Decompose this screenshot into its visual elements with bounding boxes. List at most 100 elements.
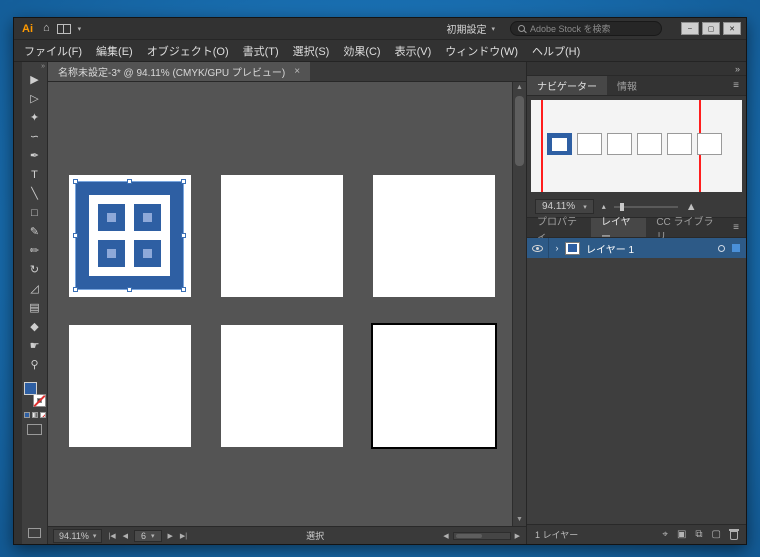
gradient-button[interactable] xyxy=(32,412,38,418)
toolbar-collapse-icon[interactable]: » xyxy=(41,63,45,70)
panel-menu-icon[interactable]: ≡ xyxy=(726,222,746,233)
selection-handle[interactable] xyxy=(181,287,186,292)
expand-layer-icon[interactable]: › xyxy=(549,243,565,253)
artboard-2[interactable] xyxy=(221,175,343,297)
artboard-number-dropdown[interactable]: 6 ▾ xyxy=(134,530,162,542)
horizontal-scroll-track[interactable] xyxy=(453,532,511,540)
artboard-4[interactable] xyxy=(69,325,191,447)
tab-info[interactable]: 情報 xyxy=(607,76,647,95)
navigator-tab-row: ナビゲーター 情報 ≡ xyxy=(527,76,746,96)
layer-name[interactable]: レイヤー 1 xyxy=(586,241,718,256)
navigator-preview[interactable] xyxy=(531,100,742,192)
selection-handle[interactable] xyxy=(181,233,186,238)
tab-close-icon[interactable]: × xyxy=(294,66,300,77)
scroll-up-icon[interactable]: ▲ xyxy=(513,82,526,94)
none-button[interactable] xyxy=(40,412,46,418)
new-layer-icon[interactable]: ▢ xyxy=(712,529,721,540)
tab-cc-libraries[interactable]: CC ライブラリ xyxy=(646,218,726,237)
stroke-swatch[interactable] xyxy=(33,394,46,407)
menu-view[interactable]: 表示(V) xyxy=(395,43,432,59)
menu-object[interactable]: オブジェクト(O) xyxy=(147,43,229,59)
make-clip-mask-icon[interactable]: ▣ xyxy=(677,529,686,540)
arrange-documents-icon[interactable] xyxy=(57,24,71,34)
collapse-panels-icon[interactable]: » xyxy=(735,64,740,74)
artboard-6-active[interactable] xyxy=(373,325,495,447)
document-tab[interactable]: 名称未設定-3* @ 94.11% (CMYK/GPU プレビュー) × xyxy=(48,62,310,81)
zoom-dropdown[interactable]: 94.11% ▾ xyxy=(53,529,102,543)
zoom-in-icon[interactable]: ▲ xyxy=(686,201,697,213)
type-tool[interactable]: T xyxy=(24,165,46,184)
selection-handle[interactable] xyxy=(73,233,78,238)
zoom-out-icon[interactable]: ▴ xyxy=(602,202,606,211)
locate-object-icon[interactable]: ⌖ xyxy=(662,529,668,540)
menu-type[interactable]: 書式(T) xyxy=(243,43,279,59)
arrange-caret-icon[interactable]: ▾ xyxy=(78,25,82,33)
tab-properties[interactable]: プロパティ xyxy=(527,218,591,237)
visibility-toggle[interactable] xyxy=(527,238,549,258)
artboard-3[interactable] xyxy=(373,175,495,297)
pencil-tool[interactable]: ✏ xyxy=(24,241,46,260)
selection-handle[interactable] xyxy=(181,179,186,184)
scroll-down-icon[interactable]: ▼ xyxy=(513,514,526,526)
tab-layers[interactable]: レイヤー xyxy=(591,218,646,237)
new-sublayer-icon[interactable]: ⧉ xyxy=(695,529,702,540)
rectangle-tool[interactable]: □ xyxy=(24,203,46,222)
selection-tool[interactable]: ▶ xyxy=(24,70,46,89)
fill-swatch[interactable] xyxy=(24,382,37,395)
layer-row-selected[interactable]: › レイヤー 1 xyxy=(527,238,746,258)
stock-search-input[interactable]: Adobe Stock を検索 xyxy=(510,21,662,36)
selection-handle[interactable] xyxy=(127,179,132,184)
prev-artboard-button[interactable]: ◀ xyxy=(122,532,129,540)
line-segment-tool[interactable]: ╲ xyxy=(24,184,46,203)
eyedropper-tool[interactable]: ◆ xyxy=(24,317,46,336)
paintbrush-tool[interactable]: ✎ xyxy=(24,222,46,241)
horizontal-scroll-thumb[interactable] xyxy=(456,534,482,538)
panel-menu-icon[interactable]: ≡ xyxy=(726,80,746,91)
vertical-scrollbar[interactable]: ▲ ▼ xyxy=(512,82,526,526)
menu-file[interactable]: ファイル(F) xyxy=(24,43,82,59)
artboard-1[interactable] xyxy=(69,175,191,297)
workspace-switcher[interactable]: 初期設定 ▾ xyxy=(446,21,495,36)
pen-tool[interactable]: ✒ xyxy=(24,146,46,165)
first-artboard-button[interactable]: |◀ xyxy=(107,532,116,540)
last-artboard-button[interactable]: ▶| xyxy=(179,532,188,540)
tab-navigator[interactable]: ナビゲーター xyxy=(527,76,607,95)
horizontal-scrollbar[interactable]: ◀ ▶ xyxy=(442,532,521,540)
menu-select[interactable]: 選択(S) xyxy=(293,43,330,59)
menu-effect[interactable]: 効果(C) xyxy=(343,43,380,59)
vertical-scroll-thumb[interactable] xyxy=(515,96,524,166)
minimize-button[interactable]: – xyxy=(681,22,699,35)
zoom-slider[interactable] xyxy=(614,206,678,208)
lasso-tool[interactable]: ∽ xyxy=(24,127,46,146)
chevron-down-icon: ▾ xyxy=(93,532,97,540)
scroll-right-icon[interactable]: ▶ xyxy=(514,532,521,540)
hand-tool[interactable]: ☛ xyxy=(24,336,46,355)
scale-tool[interactable]: ◿ xyxy=(24,279,46,298)
zoom-slider-handle[interactable] xyxy=(620,203,624,211)
close-button[interactable]: ✕ xyxy=(723,22,741,35)
trash-icon[interactable] xyxy=(730,531,738,540)
zoom-tool[interactable]: ⚲ xyxy=(24,355,46,374)
menu-edit[interactable]: 編集(E) xyxy=(96,43,133,59)
next-artboard-button[interactable]: ▶ xyxy=(167,532,174,540)
selected-artwork[interactable] xyxy=(76,182,183,289)
artboard-5[interactable] xyxy=(221,325,343,447)
rotate-tool[interactable]: ↻ xyxy=(24,260,46,279)
screen-mode-icon[interactable] xyxy=(28,528,41,538)
selection-handle[interactable] xyxy=(73,287,78,292)
home-icon[interactable]: ⌂ xyxy=(43,23,50,34)
canvas[interactable]: ▲ ▼ xyxy=(48,82,526,526)
menu-window[interactable]: ウィンドウ(W) xyxy=(445,43,518,59)
menu-help[interactable]: ヘルプ(H) xyxy=(532,43,580,59)
target-circle-icon[interactable] xyxy=(718,245,725,252)
color-button[interactable] xyxy=(24,412,30,418)
scroll-left-icon[interactable]: ◀ xyxy=(442,532,449,540)
selection-indicator[interactable] xyxy=(732,244,740,252)
magic-wand-tool[interactable]: ✦ xyxy=(24,108,46,127)
drawing-mode-icon[interactable] xyxy=(27,424,42,435)
selection-handle[interactable] xyxy=(73,179,78,184)
selection-handle[interactable] xyxy=(127,287,132,292)
gradient-tool[interactable]: ▤ xyxy=(24,298,46,317)
direct-selection-tool[interactable]: ▷ xyxy=(24,89,46,108)
maximize-button[interactable]: ▢ xyxy=(702,22,720,35)
